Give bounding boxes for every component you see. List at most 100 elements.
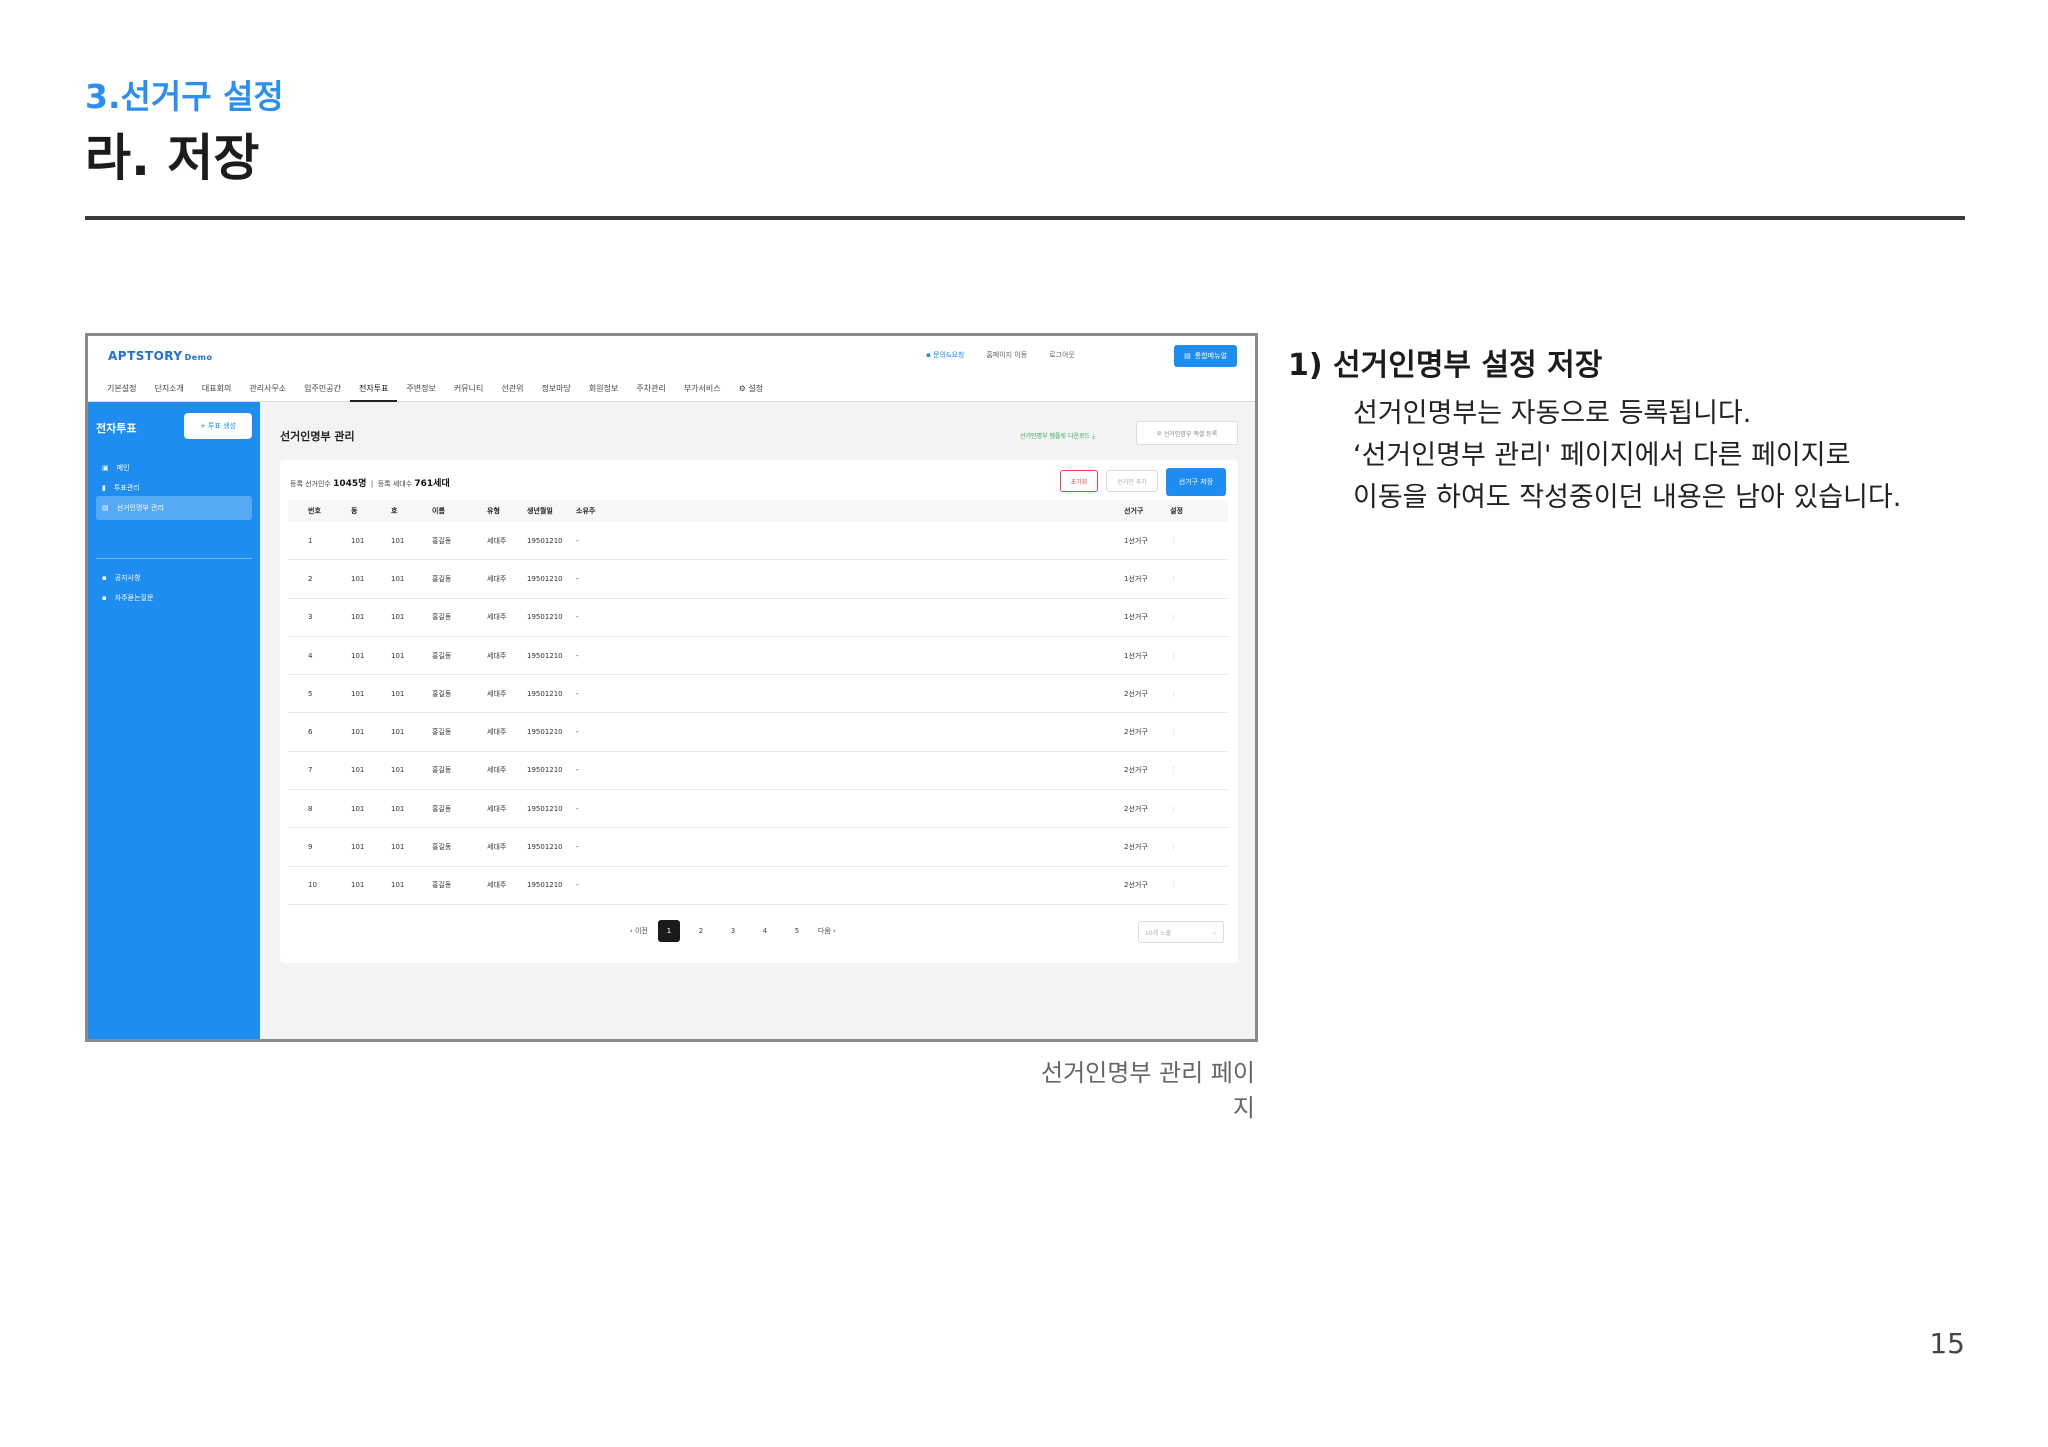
sidebar-item-faq[interactable]: ▪ 자주묻는질문 (96, 586, 252, 610)
table-cell: 홍길동 (432, 651, 452, 660)
menu-item[interactable]: 회원정보 (580, 376, 627, 402)
manual-button[interactable]: ▤ 통합메뉴얼 (1174, 345, 1237, 367)
table-cell: 101 (391, 881, 405, 890)
add-voter-button[interactable]: 선거인 추가 (1106, 470, 1158, 492)
table-row[interactable]: 6 101 101 홍길동 세대주 19501210 - 2선거구 ⋮ (288, 713, 1228, 752)
table-cell: - (576, 574, 579, 583)
table-cell: - (576, 613, 579, 622)
table-row[interactable]: 3 101 101 홍길동 세대주 19501210 - 1선거구 ⋮ (288, 599, 1228, 637)
table-row[interactable]: 4 101 101 홍길동 세대주 19501210 - 1선거구 ⋮ (288, 637, 1228, 676)
figure-caption: 선거인명부 관리 페이지 (1041, 1059, 1255, 1122)
table-cell: 홍길동 (432, 766, 452, 775)
more-options-icon[interactable]: ⋮ (1170, 766, 1177, 774)
more-options-icon[interactable]: ⋮ (1170, 690, 1177, 698)
sidebar-divider (96, 558, 252, 559)
table-cell: - (576, 689, 579, 698)
table-cell: 19501210 (527, 613, 563, 622)
voter-table: 번호 동 호 이름 유형 생년월일 소유주 선거구 설정 1 101 101 홍길동 세대주 1950121… (288, 500, 1228, 905)
column-header: 소유주 (576, 507, 596, 515)
menu-item[interactable]: 주차관리 (627, 376, 674, 402)
menu-item[interactable]: 관리사무소 (240, 376, 295, 402)
create-vote-button[interactable]: + 투표 생성 (184, 413, 252, 439)
table-cell: 101 (351, 728, 365, 737)
column-header: 이름 (432, 507, 445, 515)
page-button[interactable]: 3 (722, 920, 744, 942)
table-cell: 세대주 (487, 728, 507, 737)
table-cell: 10 (308, 881, 317, 890)
page-button[interactable]: 4 (754, 920, 776, 942)
table-cell: 세대주 (487, 689, 507, 698)
table-cell: 1선거구 (1124, 651, 1148, 660)
more-options-icon[interactable]: ⋮ (1170, 843, 1177, 851)
table-cell: 19501210 (527, 766, 563, 775)
menu-item[interactable]: 전자투표 (349, 376, 398, 402)
table-cell: 홍길동 (432, 881, 452, 890)
more-options-icon[interactable]: ⋮ (1170, 881, 1177, 889)
menu-item[interactable]: 대표회의 (193, 376, 240, 402)
column-header: 동 (351, 507, 358, 515)
menu-item[interactable]: 부가서비스 (675, 376, 730, 402)
more-options-icon[interactable]: ⋮ (1170, 652, 1177, 660)
page-button[interactable]: 2 (690, 920, 712, 942)
app-logo[interactable]: APTSTORY Demo (108, 349, 212, 363)
sidebar-item-voter-list[interactable]: ▤ 선거인명부 관리 (96, 496, 252, 520)
logout-link[interactable]: 로그아웃 (1049, 350, 1075, 360)
template-download-link[interactable]: 선거인명부 템플릿 다운로드 ⤓ (1020, 431, 1095, 441)
table-row[interactable]: 8 101 101 홍길동 세대주 19501210 - 2선거구 ⋮ (288, 790, 1228, 829)
table-cell: 9 (308, 843, 313, 852)
per-page-select[interactable]: 10개 노출 ⌄ (1138, 921, 1224, 943)
table-header: 번호 동 호 이름 유형 생년월일 소유주 선거구 설정 (288, 500, 1228, 522)
menu-item[interactable]: 기본설정 (98, 376, 145, 402)
app-topbar: APTSTORY Demo ▪ 문의&요청 홈페이지 이동 로그아웃 ▤ 통합메뉴얼 (88, 336, 1255, 376)
table-cell: 101 (351, 651, 365, 660)
column-header: 호 (391, 507, 398, 515)
page-button[interactable]: 5 (786, 920, 808, 942)
more-options-icon[interactable]: ⋮ (1170, 805, 1177, 813)
table-cell: - (576, 766, 579, 775)
table-cell: 2선거구 (1124, 766, 1148, 775)
app-screenshot: APTSTORY Demo ▪ 문의&요청 홈페이지 이동 로그아웃 ▤ 통합메뉴얼… (85, 333, 1258, 1042)
chat-icon: ▪ (102, 594, 107, 602)
title-divider (85, 216, 1965, 220)
sidebar-title: 전자투표 (96, 422, 137, 435)
menu-item[interactable]: 선관위 (492, 376, 532, 402)
description-title: 1) 선거인명부 설정 저장 (1288, 348, 1603, 383)
more-options-icon[interactable]: ⋮ (1170, 537, 1177, 545)
menu-item[interactable]: 커뮤니티 (445, 376, 492, 402)
table-cell: 101 (351, 881, 365, 890)
table-row[interactable]: 2 101 101 홍길동 세대주 19501210 - 1선거구 ⋮ (288, 560, 1228, 599)
more-options-icon[interactable]: ⋮ (1170, 613, 1177, 621)
table-row[interactable]: 1 101 101 홍길동 세대주 19501210 - 1선거구 ⋮ (288, 522, 1228, 561)
inquiry-link[interactable]: ▪ 문의&요청 (926, 350, 964, 360)
menu-item[interactable]: ⚙ 설정 (730, 376, 772, 402)
table-cell: 세대주 (487, 804, 507, 813)
homepage-link[interactable]: 홈페이지 이동 (986, 350, 1027, 360)
next-page-button[interactable]: 다음 › (818, 926, 836, 936)
more-options-icon[interactable]: ⋮ (1170, 575, 1177, 583)
table-cell: 101 (391, 651, 405, 660)
table-cell: 19501210 (527, 689, 563, 698)
page-number: 15 (1929, 1327, 1965, 1360)
column-header: 유형 (487, 507, 500, 515)
table-cell: 19501210 (527, 804, 563, 813)
table-row[interactable]: 7 101 101 홍길동 세대주 19501210 - 2선거구 ⋮ (288, 752, 1228, 791)
save-district-button[interactable]: 선거구 저장 (1166, 468, 1226, 496)
menu-item[interactable]: 정보마당 (532, 376, 579, 402)
list-icon: ▤ (102, 504, 109, 512)
reset-button[interactable]: 초기화 (1060, 470, 1098, 492)
bar-chart-icon: ▮ (102, 484, 106, 492)
more-options-icon[interactable]: ⋮ (1170, 728, 1177, 736)
page-button[interactable]: 1 (657, 920, 680, 942)
menu-item[interactable]: 단지소개 (145, 376, 192, 402)
table-row[interactable]: 5 101 101 홍길동 세대주 19501210 - 2선거구 ⋮ (288, 675, 1228, 714)
table-cell: 2선거구 (1124, 728, 1148, 737)
table-row[interactable]: 10 101 101 홍길동 세대주 19501210 - 2선거구 ⋮ (288, 867, 1228, 905)
table-row[interactable]: 9 101 101 홍길동 세대주 19501210 - 2선거구 ⋮ (288, 828, 1228, 867)
menu-item[interactable]: 입주민공간 (295, 376, 350, 402)
menu-item[interactable]: 주변정보 (397, 376, 444, 402)
excel-register-button[interactable]: ⊘ 선거인명부 엑셀 등록 (1136, 421, 1238, 445)
table-cell: 2 (308, 574, 313, 583)
prev-page-button[interactable]: ‹ 이전 (630, 926, 648, 936)
table-cell: 홍길동 (432, 613, 452, 622)
table-cell: 세대주 (487, 881, 507, 890)
